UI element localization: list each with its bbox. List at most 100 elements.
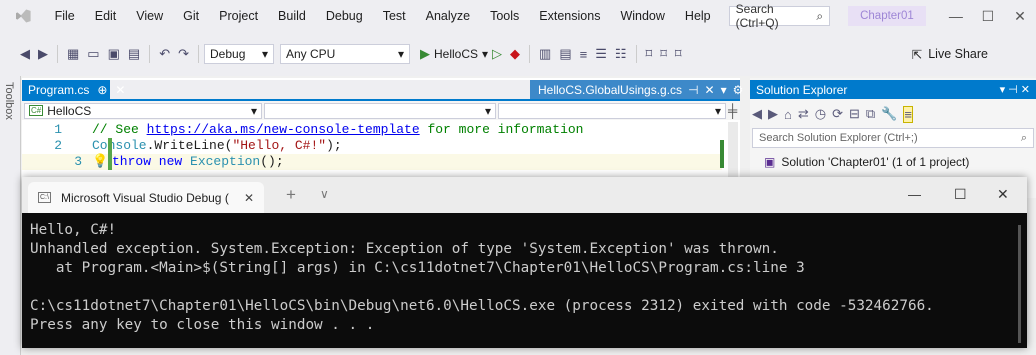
- undo-icon[interactable]: ↶: [159, 46, 170, 62]
- close-icon[interactable]: ✕: [244, 191, 254, 205]
- pin-icon[interactable]: ⊣: [688, 83, 698, 97]
- editor-scrollbar[interactable]: [728, 122, 738, 177]
- menu-file[interactable]: File: [45, 9, 85, 23]
- solution-search-placeholder: Search Solution Explorer (Ctrl+;): [759, 132, 918, 144]
- minimize-button[interactable]: —: [940, 8, 972, 24]
- chevron-down-icon: ▾: [250, 103, 257, 118]
- pin-icon[interactable]: ⊕: [97, 83, 107, 97]
- configuration-select[interactable]: Debug ▾: [204, 44, 274, 64]
- console-tab[interactable]: C:\ Microsoft Visual Studio Debug ( ✕: [28, 182, 264, 213]
- save-icon[interactable]: ▣: [108, 46, 120, 62]
- close-icon[interactable]: ✕: [115, 83, 125, 97]
- menu-edit[interactable]: Edit: [85, 9, 127, 23]
- back-icon[interactable]: ◀: [752, 106, 762, 122]
- code-line-1[interactable]: 1 // See https://aka.ms/new-console-templ…: [22, 122, 722, 138]
- platform-value: Any CPU: [286, 47, 336, 61]
- collapse-all-icon[interactable]: ⊟: [849, 106, 860, 122]
- menu-extensions[interactable]: Extensions: [529, 9, 610, 23]
- change-overview-mark: [720, 140, 724, 168]
- platform-select[interactable]: Any CPU ▾: [280, 44, 410, 64]
- solution-search-input[interactable]: Search Solution Explorer (Ctrl+;) ⌕: [752, 128, 1034, 148]
- redo-icon[interactable]: ↷: [178, 46, 189, 62]
- align-icon[interactable]: ≡: [580, 47, 588, 62]
- type-select[interactable]: ▾: [264, 102, 496, 119]
- csharp-project-icon: C#: [29, 105, 44, 116]
- preview-selected-icon[interactable]: ≡: [903, 105, 913, 123]
- uncomment-icon[interactable]: ☷: [615, 46, 627, 62]
- project-select[interactable]: C# HelloCS ▾: [24, 102, 262, 119]
- tab-label: HelloCS.GlobalUsings.g.cs: [538, 82, 683, 97]
- pending-changes-icon[interactable]: ◷: [815, 106, 826, 122]
- hot-reload-icon[interactable]: ◆: [510, 46, 520, 62]
- tab-global-usings[interactable]: HelloCS.GlobalUsings.g.cs ⊣ ✕ ▾ ⚙: [530, 80, 743, 99]
- browser-link-icon[interactable]: ▥: [539, 46, 551, 62]
- maximize-button[interactable]: ☐: [972, 8, 1004, 25]
- console-maximize-button[interactable]: ☐: [954, 186, 967, 203]
- search-icon: ⌕: [1020, 131, 1027, 144]
- search-placeholder: Search (Ctrl+Q): [735, 2, 779, 30]
- menu-project[interactable]: Project: [209, 9, 268, 23]
- home-icon[interactable]: ⌂: [784, 107, 792, 122]
- tab-dropdown-button[interactable]: ∨: [320, 187, 329, 201]
- console-line: Hello, C#!: [30, 222, 117, 238]
- layout-icon[interactable]: ▤: [559, 46, 571, 62]
- console-close-button[interactable]: ✕: [997, 186, 1009, 203]
- play-icon: ▶: [420, 46, 430, 61]
- next-bookmark-icon[interactable]: ⌑: [675, 46, 682, 62]
- debug-console-window[interactable]: C:\ Microsoft Visual Studio Debug ( ✕ + …: [22, 177, 1027, 348]
- forward-icon[interactable]: ▶: [38, 46, 48, 62]
- start-without-debugging-icon[interactable]: ▷: [492, 46, 502, 62]
- menu-test[interactable]: Test: [373, 9, 416, 23]
- forward-icon[interactable]: ▶: [768, 106, 778, 122]
- menu-build[interactable]: Build: [268, 9, 316, 23]
- menu-analyze[interactable]: Analyze: [416, 9, 480, 23]
- new-project-icon[interactable]: ▦: [67, 46, 79, 62]
- bookmark-icon[interactable]: ⌑: [646, 46, 653, 62]
- console-output[interactable]: Hello, C#! Unhandled exception. System.E…: [30, 221, 1020, 335]
- start-debugging-button[interactable]: ▶ HelloCS ▾: [420, 46, 488, 62]
- member-select[interactable]: ▾: [498, 102, 726, 119]
- menu-git[interactable]: Git: [173, 9, 209, 23]
- open-folder-icon[interactable]: ▭: [87, 46, 99, 62]
- toolbar-separator: [198, 45, 199, 63]
- console-scrollbar[interactable]: [1018, 225, 1021, 343]
- menu-tools[interactable]: Tools: [480, 9, 529, 23]
- toolbox-panel-strip[interactable]: Toolbox: [0, 76, 21, 355]
- live-share-label: Live Share: [928, 47, 988, 61]
- tab-program-cs[interactable]: Program.cs ⊕ ✕: [22, 80, 125, 99]
- code-line-2[interactable]: 2 Console.WriteLine("Hello, C#!");: [22, 138, 722, 154]
- menu-help[interactable]: Help: [675, 9, 721, 23]
- back-icon[interactable]: ◀: [20, 46, 30, 62]
- search-input[interactable]: Search (Ctrl+Q) ⌕: [728, 2, 831, 30]
- console-minimize-button[interactable]: —: [908, 187, 921, 202]
- show-all-files-icon[interactable]: ⧉: [866, 106, 875, 122]
- switch-views-icon[interactable]: ⇄: [798, 106, 809, 122]
- project-select-value: HelloCS: [47, 103, 92, 118]
- chevron-down-icon[interactable]: ▾: [721, 83, 727, 97]
- live-share-button[interactable]: ⇱ Live Share: [912, 47, 988, 62]
- menu-window[interactable]: Window: [610, 9, 674, 23]
- close-button[interactable]: ✕: [1004, 8, 1036, 25]
- comment-icon[interactable]: ☰: [595, 46, 607, 62]
- code-keyword: throw new: [112, 154, 191, 169]
- new-tab-button[interactable]: +: [286, 185, 296, 205]
- chevron-down-icon: ▾: [397, 47, 404, 61]
- panel-options-icon[interactable]: ▾ ⊣ ✕: [1000, 83, 1030, 96]
- sync-icon[interactable]: ⟳: [832, 106, 843, 122]
- chevron-down-icon: ▾: [714, 103, 721, 118]
- split-editor-icon[interactable]: ╪: [728, 103, 737, 118]
- prev-bookmark-icon[interactable]: ⌑: [660, 46, 667, 62]
- save-all-icon[interactable]: ▤: [128, 46, 140, 62]
- code-line-3[interactable]: 3 💡 throw new Exception();: [22, 154, 722, 170]
- comment-link[interactable]: https://aka.ms/new-console-template: [147, 122, 420, 137]
- menu-view[interactable]: View: [126, 9, 173, 23]
- console-line: C:\cs11dotnet7\Chapter01\HelloCS\bin\Deb…: [30, 298, 934, 314]
- menu-debug[interactable]: Debug: [316, 9, 373, 23]
- code-comment: // See: [92, 122, 147, 137]
- solution-tree-item[interactable]: ▣ Solution 'Chapter01' (1 of 1 project): [764, 155, 969, 169]
- line-number: 2: [54, 138, 62, 153]
- toolbar-separator: [149, 45, 151, 63]
- close-icon[interactable]: ✕: [705, 83, 715, 97]
- gear-icon[interactable]: ⚙: [733, 83, 744, 97]
- properties-icon[interactable]: 🔧: [881, 106, 897, 122]
